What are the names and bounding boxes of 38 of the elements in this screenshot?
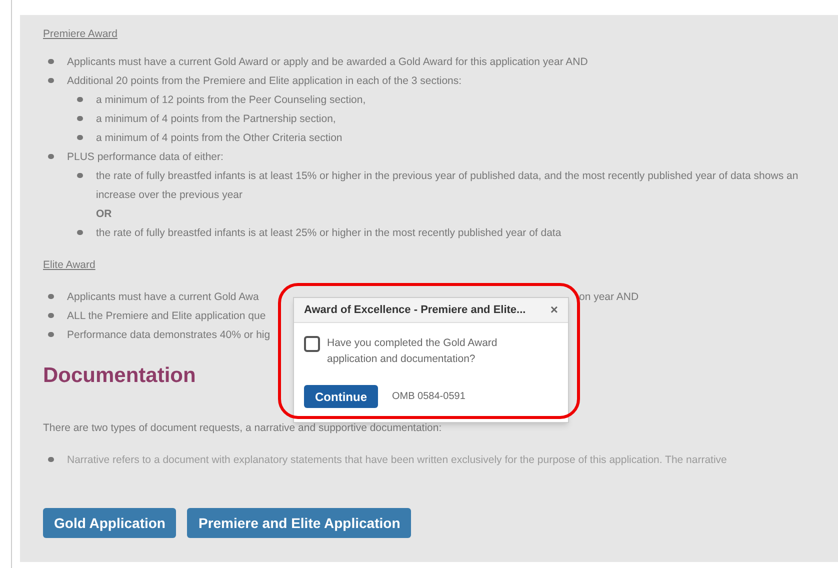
list-text: a minimum of 4 points from the Partnership section, bbox=[96, 113, 336, 125]
list-text: on year AND bbox=[579, 290, 639, 305]
section-heading: Premiere Award bbox=[43, 27, 119, 42]
list-text: Performance data demonstrates 40% or hig bbox=[67, 329, 270, 341]
omb-number: OMB 0584-0591 bbox=[392, 390, 466, 404]
list-text: Applicants must have a current Gold Award or apply and be awarded a Gold Award for this application year AND bbox=[67, 56, 588, 68]
bullet-icon bbox=[48, 294, 54, 299]
checkbox-label: Have you completed the Gold Award application and documentation? bbox=[327, 336, 498, 367]
bullet-icon bbox=[48, 332, 54, 337]
bullet-icon bbox=[48, 154, 54, 159]
bullet-icon bbox=[48, 78, 54, 83]
list-text: PLUS performance data of either: bbox=[67, 151, 224, 163]
list-text: the rate of fully breastfed infants is at least 25% or higher in the most recently published year of data bbox=[96, 227, 562, 239]
list-text: a minimum of 4 points from the Other Criteria section bbox=[96, 132, 342, 144]
section-heading: Elite Award bbox=[43, 258, 96, 273]
continue-button[interactable]: Continue bbox=[304, 385, 378, 408]
bullet-icon bbox=[77, 135, 83, 140]
list-text: Narrative refers to a document with explanatory statements that have been written exclusively for the purpose of this application. The narrative bbox=[67, 454, 727, 466]
bullet-icon bbox=[77, 97, 83, 102]
close-button[interactable]: × bbox=[550, 300, 558, 320]
bullet-icon bbox=[48, 457, 54, 462]
or-text: OR bbox=[96, 207, 113, 222]
list-text: Applicants must have a current Gold Awa bbox=[67, 291, 259, 303]
application-button[interactable]: Premiere and Elite Application bbox=[187, 508, 412, 538]
bullet-icon bbox=[77, 116, 83, 121]
list-text: a minimum of 12 points from the Peer Counseling section, bbox=[96, 94, 366, 106]
intro-text: There are two types of document requests, a narrative and supportive documentation: bbox=[43, 421, 442, 436]
application-button[interactable]: Gold Application bbox=[43, 508, 176, 538]
list-text: ALL the Premiere and Elite application que bbox=[67, 310, 266, 322]
bullet-icon bbox=[48, 313, 54, 318]
list-text: the rate of fully breastfed infants is at least 15% or higher in the previous year of published data, and the most recently published year of data shows an increase over the previous year bbox=[96, 170, 798, 201]
bullet-icon bbox=[77, 230, 83, 235]
bullet-icon bbox=[77, 173, 83, 178]
checkbox[interactable] bbox=[304, 336, 320, 352]
bullet-icon bbox=[48, 59, 54, 64]
documentation-heading: Documentation bbox=[43, 363, 196, 389]
dialog-title: Award of Excellence - Premiere and Elite... bbox=[304, 302, 526, 318]
list-text: Additional 20 points from the Premiere and Elite application in each of the 3 sections: bbox=[67, 75, 462, 87]
